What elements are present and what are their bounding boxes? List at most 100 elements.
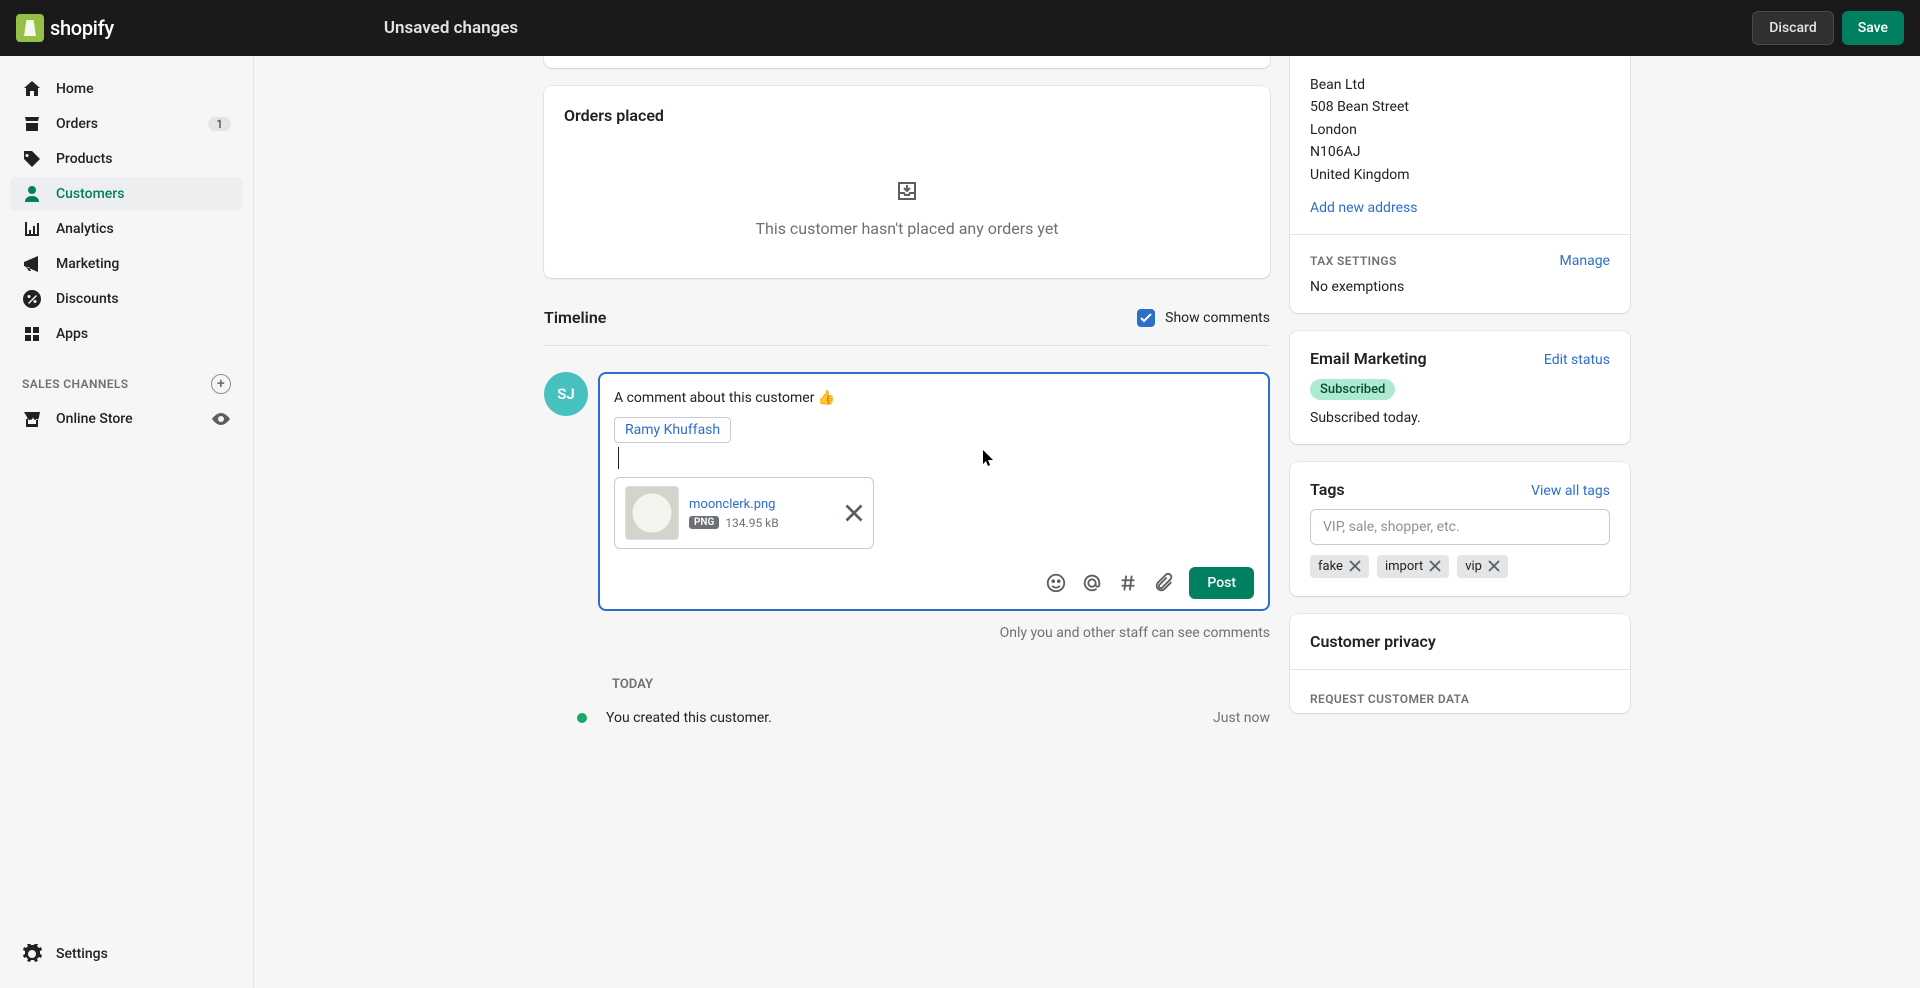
sales-channels-heading: SALES CHANNELS [22,377,129,391]
timeline-region: Timeline Show comments SJ A comment abou… [544,296,1270,726]
sidebar: Home Orders 1 Products Customers Analyti… [0,56,254,988]
inbox-icon [895,179,919,203]
attachment-name[interactable]: moonclerk.png [689,497,835,512]
nav-products-label: Products [56,151,113,167]
nav-customers[interactable]: Customers [10,177,243,211]
shopify-icon [16,14,44,42]
subscribed-body: Subscribed today. [1310,410,1610,426]
comment-visibility-hint: Only you and other staff can see comment… [544,625,1270,641]
nav-apps-label: Apps [56,326,88,342]
show-comments-toggle[interactable]: Show comments [1137,309,1270,327]
brand-logo[interactable]: shopify [16,14,114,42]
tax-manage-link[interactable]: Manage [1560,253,1610,269]
nav-analytics[interactable]: Analytics [10,212,243,246]
checkbox-icon [1137,309,1155,327]
customers-icon [22,184,42,204]
orders-placed-title: Orders placed [564,106,1250,125]
tag-label: vip [1465,559,1482,574]
timeline-entry: You created this customer. Just now [574,710,1270,726]
nav-online-store[interactable]: Online Store [10,402,243,436]
tags-title: Tags [1310,480,1345,499]
orders-empty-text: This customer hasn't placed any orders y… [564,219,1250,238]
timeline-today-label: TODAY [612,677,1270,692]
add-address-link[interactable]: Add new address [1310,200,1610,216]
address-country: United Kingdom [1310,164,1610,186]
view-store-icon[interactable] [211,409,231,429]
remove-tag-icon[interactable] [1429,560,1441,572]
save-button[interactable]: Save [1842,11,1904,45]
nav-apps[interactable]: Apps [10,317,243,351]
tax-body: No exemptions [1310,279,1610,295]
tag-chip: fake [1310,555,1369,578]
timeline-dot-icon [574,710,590,726]
attachment-size: 134.95 kB [725,516,778,530]
address-name: Bean Ltd [1310,74,1610,96]
orders-badge: 1 [208,117,231,131]
email-marketing-title: Email Marketing [1310,349,1427,368]
card-top-edge [544,56,1270,68]
main-content: Orders placed This customer hasn't place… [254,56,1920,988]
products-icon [22,149,42,169]
attach-icon[interactable] [1153,572,1175,594]
apps-icon [22,324,42,344]
timeline-title: Timeline [544,308,606,327]
remove-attachment-icon[interactable] [845,504,863,522]
comment-text: A comment about this customer 👍 [614,388,1254,409]
orders-placed-card: Orders placed This customer hasn't place… [544,86,1270,278]
gear-icon [22,944,42,964]
nav-analytics-label: Analytics [56,221,114,237]
address-street: 508 Bean Street [1310,96,1610,118]
timeline-entry-text: You created this customer. [606,710,1197,726]
mention-chip[interactable]: Ramy Khuffash [614,417,731,443]
show-comments-label: Show comments [1165,310,1270,326]
address-city: London [1310,119,1610,141]
attachment-chip: moonclerk.png PNG 134.95 kB [614,477,874,549]
discounts-icon [22,289,42,309]
customer-privacy-title: Customer privacy [1310,632,1610,651]
tag-label: fake [1318,559,1343,574]
emoji-icon[interactable] [1045,572,1067,594]
nav-products[interactable]: Products [10,142,243,176]
tag-chip: vip [1457,555,1508,578]
email-marketing-card: Email Marketing Edit status Subscribed S… [1290,331,1630,444]
address-card: Bean Ltd 508 Bean Street London N106AJ U… [1290,56,1630,313]
tags-input[interactable] [1310,509,1610,545]
hashtag-icon[interactable] [1117,572,1139,594]
nav-marketing[interactable]: Marketing [10,247,243,281]
view-all-tags-link[interactable]: View all tags [1531,483,1610,499]
attachment-thumbnail [625,486,679,540]
unsaved-changes-label: Unsaved changes [384,18,518,38]
attachment-type-badge: PNG [689,516,719,529]
remove-tag-icon[interactable] [1488,560,1500,572]
tag-label: import [1385,559,1423,574]
store-icon [22,409,42,429]
topbar: shopify Unsaved changes Discard Save [0,0,1920,56]
nav-discounts-label: Discounts [56,291,119,307]
nav-orders[interactable]: Orders 1 [10,107,243,141]
tags-card: Tags View all tags fake import vip [1290,462,1630,596]
nav-discounts[interactable]: Discounts [10,282,243,316]
nav-settings[interactable]: Settings [10,937,243,971]
add-channel-button[interactable]: + [211,374,231,394]
remove-tag-icon[interactable] [1349,560,1361,572]
post-button[interactable]: Post [1189,567,1254,599]
orders-icon [22,114,42,134]
nav-home[interactable]: Home [10,72,243,106]
user-avatar: SJ [544,372,588,416]
subscribed-badge: Subscribed [1310,379,1395,400]
nav-online-store-label: Online Store [56,411,133,427]
timeline-entry-time: Just now [1213,710,1270,726]
request-customer-data-heading: REQUEST CUSTOMER DATA [1310,692,1469,706]
mention-icon[interactable] [1081,572,1103,594]
customer-privacy-card: Customer privacy REQUEST CUSTOMER DATA [1290,614,1630,713]
tag-chip: import [1377,555,1449,578]
discard-button[interactable]: Discard [1752,11,1833,45]
marketing-icon [22,254,42,274]
edit-status-link[interactable]: Edit status [1544,352,1610,368]
address-postal: N106AJ [1310,141,1610,163]
nav-marketing-label: Marketing [56,256,119,272]
comment-composer[interactable]: A comment about this customer 👍 Ramy Khu… [598,372,1270,611]
home-icon [22,79,42,99]
brand-text: shopify [50,16,114,40]
nav-customers-label: Customers [56,186,124,202]
